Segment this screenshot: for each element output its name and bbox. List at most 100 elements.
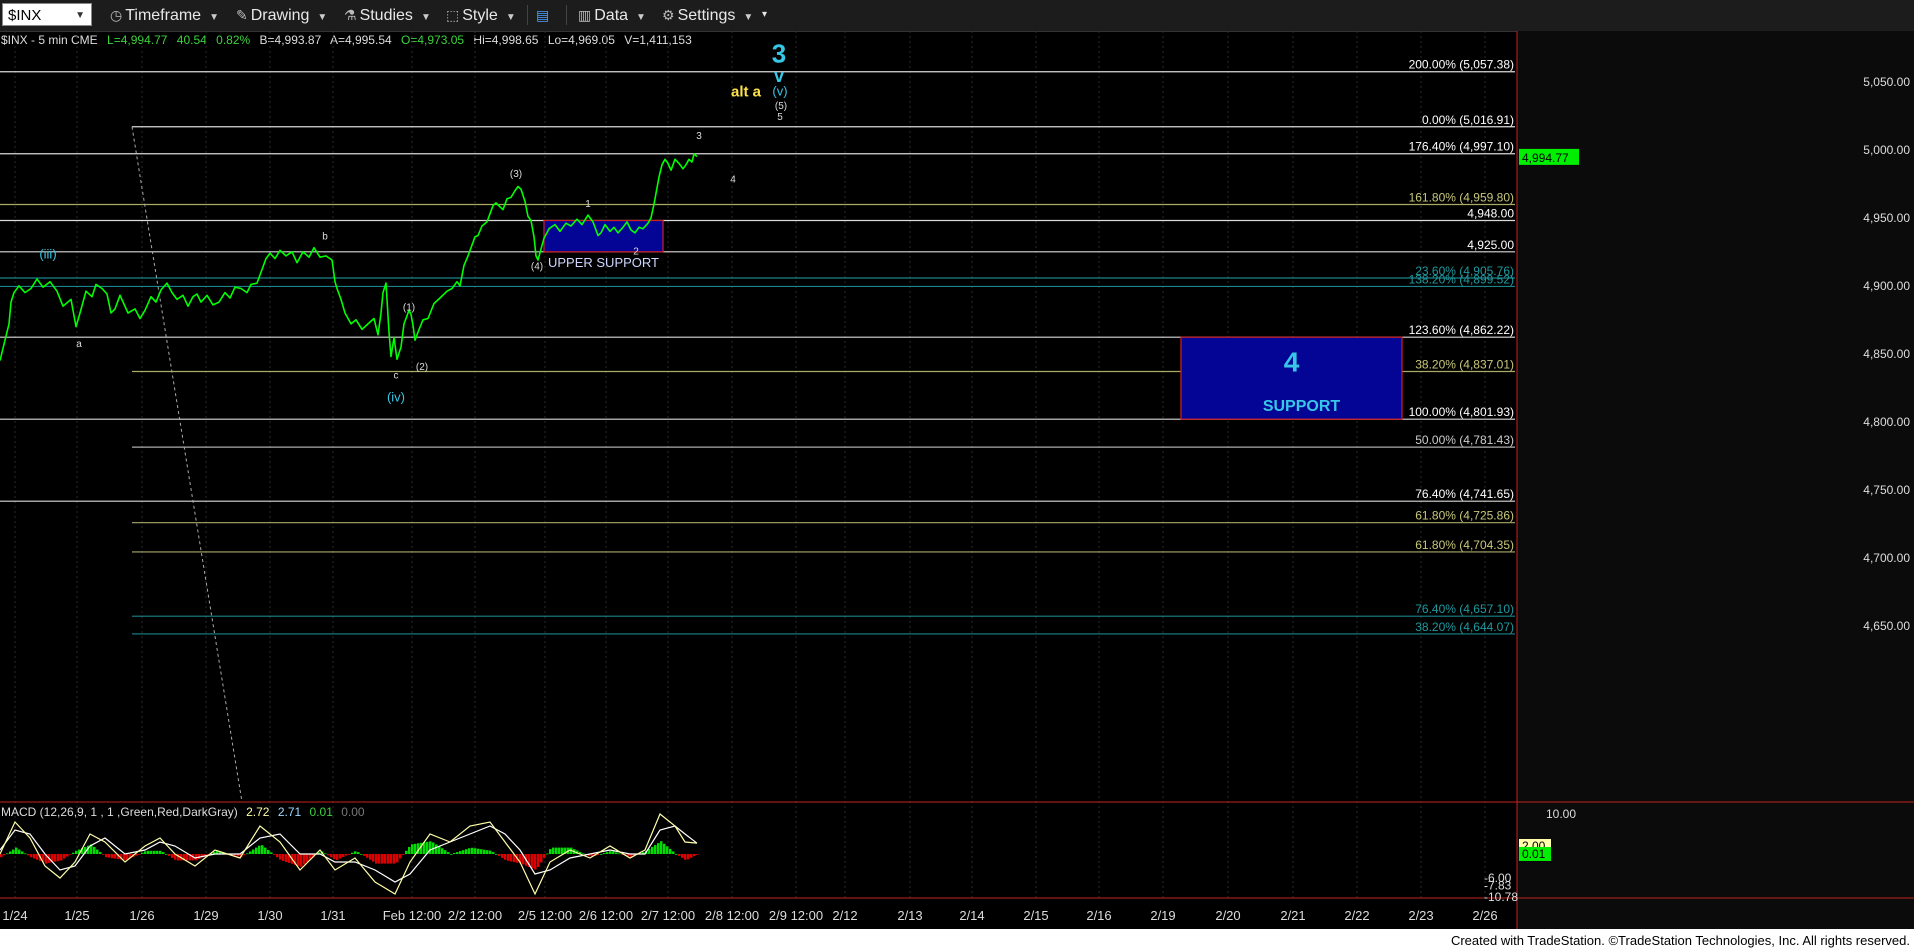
timeframe-menu[interactable]: ◷ Timeframe ▼ bbox=[110, 4, 219, 26]
data-menu[interactable]: ▥ Data ▼ bbox=[578, 4, 646, 26]
date-axis-tick: 1/30 bbox=[257, 908, 282, 923]
date-axis-tick: 2/9 12:00 bbox=[769, 908, 823, 923]
toolbar-divider bbox=[566, 5, 567, 25]
macd-histogram-bar bbox=[447, 852, 450, 854]
flask-icon: ⚗ bbox=[344, 7, 357, 23]
price-axis-tick: 4,700.00 bbox=[1863, 551, 1910, 565]
date-axis-tick: 2/14 bbox=[959, 908, 984, 923]
macd-histogram-bar bbox=[609, 851, 612, 854]
macd-histogram-bar bbox=[15, 847, 18, 854]
macd-histogram-bar bbox=[462, 850, 465, 854]
price-axis-tick: 4,750.00 bbox=[1863, 483, 1910, 497]
macd-value: 2.72 bbox=[246, 805, 270, 819]
style-menu[interactable]: ⬚ Style ▼ bbox=[446, 4, 516, 26]
more-chevron-icon[interactable]: ▾ bbox=[762, 4, 767, 26]
fib-level-label: 61.80% (4,725.86) bbox=[1415, 509, 1514, 523]
price-axis-tick: 4,850.00 bbox=[1863, 347, 1910, 361]
macd-histogram-bar bbox=[690, 854, 693, 858]
macd-histogram-bar bbox=[12, 849, 15, 854]
macd-histogram-bar bbox=[147, 850, 150, 854]
date-axis-tick: 2/20 bbox=[1215, 908, 1240, 923]
chevron-down-icon: ▼ bbox=[209, 12, 219, 23]
macd-histogram-bar bbox=[663, 843, 666, 854]
macd-histogram-bar bbox=[492, 852, 495, 854]
footer: Created with TradeStation. ©TradeStation… bbox=[0, 929, 1914, 951]
drawing-menu[interactable]: ✎ Drawing ▼ bbox=[236, 4, 327, 26]
macd-histogram-bar bbox=[261, 845, 264, 854]
layout-button[interactable]: ▤ bbox=[536, 4, 552, 26]
macd-histogram-bar bbox=[30, 854, 33, 858]
chevron-down-icon: ▼ bbox=[743, 12, 754, 23]
macd-histogram-bar bbox=[510, 854, 513, 862]
wave-label: 3 bbox=[772, 39, 786, 69]
macd-histogram-bar bbox=[165, 854, 168, 855]
wave-label: (iii) bbox=[39, 247, 56, 262]
macd-histogram-bar bbox=[369, 854, 372, 860]
macd-histogram-bar bbox=[105, 854, 108, 858]
macd-histogram-bar bbox=[18, 849, 21, 854]
wave-label: 2 bbox=[633, 247, 639, 258]
macd-histogram-bar bbox=[372, 854, 375, 862]
macd-histogram-bar bbox=[357, 852, 360, 854]
macd-histogram-bar bbox=[654, 845, 657, 854]
date-axis-tick: 2/15 bbox=[1023, 908, 1048, 923]
macd-histogram-bar bbox=[186, 854, 189, 861]
macd-histogram-bar bbox=[360, 854, 363, 855]
macd-histogram-bar bbox=[471, 847, 474, 854]
macd-histogram-bar bbox=[387, 854, 390, 864]
settings-menu[interactable]: ⚙ Settings ▼ bbox=[662, 4, 753, 26]
wave-label: c bbox=[394, 370, 399, 381]
fib-level-label: 176.40% (4,997.10) bbox=[1409, 140, 1514, 154]
wave-label: (1) bbox=[403, 302, 415, 313]
macd-histogram-bar bbox=[687, 854, 690, 860]
macd-histogram-bar bbox=[555, 847, 558, 854]
macd-histogram-bar bbox=[618, 853, 621, 855]
wave-label: (3) bbox=[510, 169, 522, 180]
fib-level-label: 76.40% (4,741.65) bbox=[1415, 487, 1514, 501]
macd-histogram-bar bbox=[285, 854, 288, 862]
macd-histogram-bar bbox=[612, 851, 615, 854]
macd-histogram-bar bbox=[102, 854, 105, 855]
macd-histogram-bar bbox=[69, 854, 72, 855]
macd-histogram-bar bbox=[675, 854, 678, 855]
macd-histogram-bar bbox=[258, 845, 261, 854]
macd-histogram-bar bbox=[246, 853, 249, 855]
macd-histogram-bar bbox=[543, 854, 546, 859]
macd-histogram-bar bbox=[348, 854, 351, 855]
fib-level-label: 100.00% (4,801.93) bbox=[1409, 405, 1514, 419]
macd-histogram-bar bbox=[99, 852, 102, 854]
macd-histogram-bar bbox=[93, 846, 96, 854]
settings-label: Settings bbox=[677, 7, 736, 24]
price-chart[interactable]: 200.00% (5,057.38)0.00% (5,016.91)176.40… bbox=[0, 31, 1914, 929]
gear-icon: ⚙ bbox=[662, 7, 675, 23]
macd-histogram-bar bbox=[678, 854, 681, 856]
macd-histogram-bar bbox=[72, 852, 75, 854]
upper-support-label: UPPER SUPPORT bbox=[548, 255, 659, 270]
macd-histogram-bar bbox=[459, 851, 462, 854]
macd-diff-value: 0.01 bbox=[309, 805, 333, 819]
price-axis-tick: 4,900.00 bbox=[1863, 279, 1910, 293]
symbol-selector[interactable]: $INX ▼ bbox=[2, 3, 92, 26]
macd-histogram-bar bbox=[267, 850, 270, 854]
fib-level-label: 138.20% (4,899.52) bbox=[1409, 272, 1514, 286]
macd-histogram-bar bbox=[672, 851, 675, 854]
macd-histogram-bar bbox=[159, 850, 162, 854]
macd-histogram-bar bbox=[381, 854, 384, 864]
macd-histogram-bar bbox=[498, 854, 501, 856]
studies-menu[interactable]: ⚗ Studies ▼ bbox=[344, 4, 431, 26]
macd-histogram-bar bbox=[75, 850, 78, 854]
wave-4-label: 4 bbox=[1284, 347, 1300, 378]
wave-label: 3 bbox=[696, 131, 702, 142]
wave-label: (4) bbox=[531, 261, 543, 272]
macd-histogram-bar bbox=[552, 847, 555, 854]
macd-histogram-bar bbox=[606, 852, 609, 854]
macd-histogram-bar bbox=[330, 854, 333, 858]
fib-level-label: 38.20% (4,837.01) bbox=[1415, 357, 1514, 371]
price-axis-tick: 5,050.00 bbox=[1863, 75, 1910, 89]
date-axis-tick: 1/31 bbox=[320, 908, 345, 923]
macd-histogram-bar bbox=[411, 844, 414, 854]
macd-histogram-bar bbox=[393, 854, 396, 864]
macd-histogram-bar bbox=[396, 854, 399, 863]
macd-histogram-bar bbox=[660, 841, 663, 854]
support-zone-label: SUPPORT bbox=[1263, 398, 1341, 415]
